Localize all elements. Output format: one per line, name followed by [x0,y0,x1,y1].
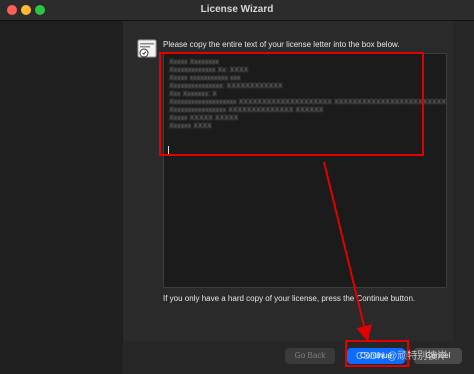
license-document-icon [136,39,158,61]
wizard-sidebar [0,21,123,374]
instruction-text: Please copy the entire text of your lice… [163,40,400,49]
window-title: License Wizard [200,4,274,15]
go-back-button[interactable]: Go Back [285,348,335,364]
titlebar: License Wizard [0,0,474,21]
csdn-watermark: CSDN @顽特别彼岸 [356,351,448,362]
hard-copy-note: If you only have a hard copy of your lic… [163,294,416,303]
license-wizard-window: License Wizard Please copy the entire te… [0,0,474,374]
annotation-box-text-area [159,52,424,156]
